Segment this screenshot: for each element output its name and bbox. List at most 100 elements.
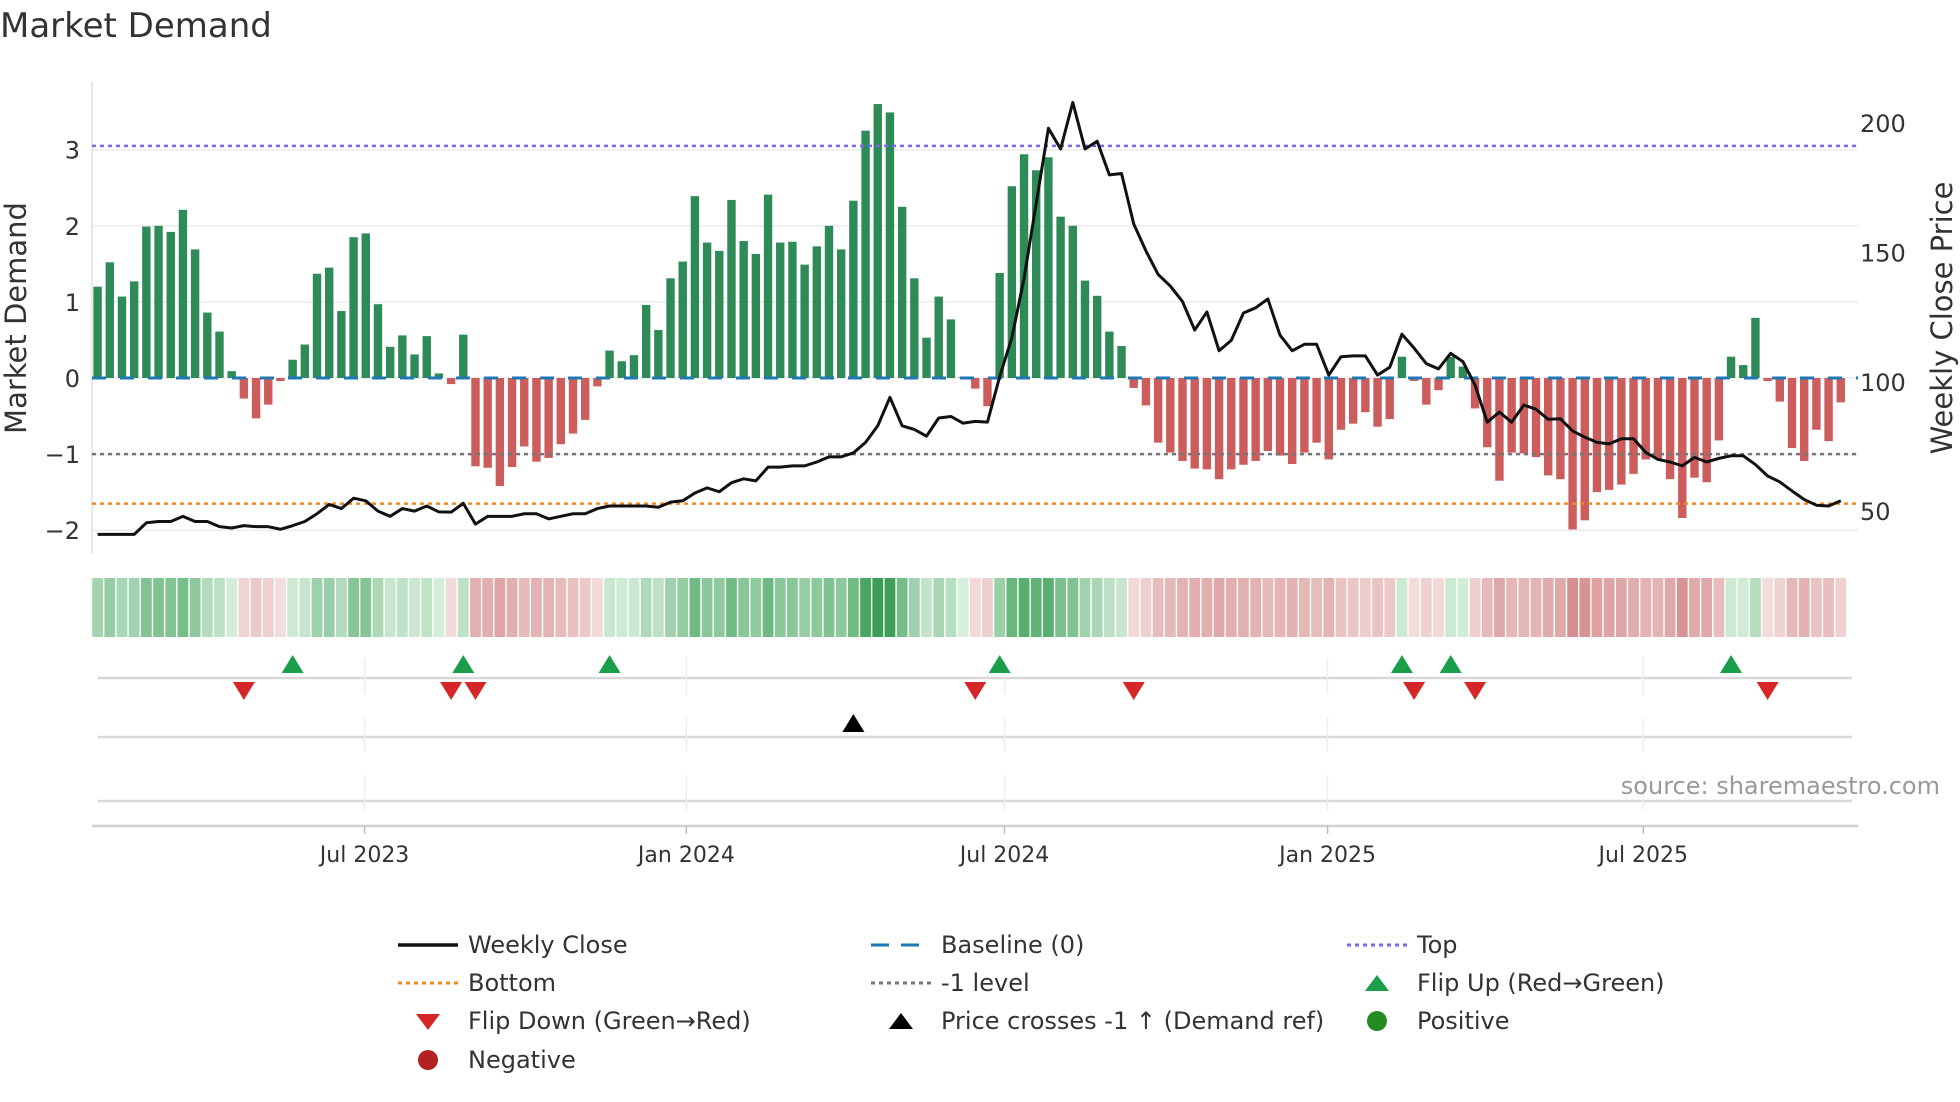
strip-cell-positive (348, 578, 359, 637)
flip-down-marker (1464, 682, 1487, 700)
demand-bar-negative (1531, 378, 1541, 458)
strip-cell-positive (128, 578, 140, 637)
strip-cell-positive (896, 578, 908, 637)
strip-cell-negative (1262, 578, 1274, 637)
demand-bar-positive (422, 336, 431, 378)
demand-bar-positive (1117, 346, 1126, 378)
strip-cell-negative (1408, 578, 1420, 637)
demand-bar-negative (1824, 378, 1833, 442)
y-tick-label: 1 (65, 289, 80, 317)
legend-label: Top (1417, 931, 1458, 959)
strip-cell-positive (933, 578, 945, 637)
strip-cell-negative (470, 578, 481, 637)
demand-bar-positive (1068, 225, 1077, 378)
strip-cell-positive (153, 578, 164, 637)
strip-cell-negative (1567, 578, 1578, 637)
demand-bar-negative (1629, 378, 1638, 474)
strip-cell-negative (275, 578, 286, 637)
demand-bar-negative (1312, 378, 1321, 443)
strip-cell-positive (713, 578, 725, 637)
strip-cell-negative (1810, 578, 1822, 637)
demand-bar-negative (1373, 378, 1382, 427)
strip-cell-positive (1018, 578, 1030, 637)
demand-bar-positive (617, 361, 626, 378)
strip-cell-negative (555, 578, 567, 637)
y2-tick-label: 200 (1860, 110, 1906, 138)
strip-cell-positive (421, 578, 433, 637)
legend-item: Flip Up (Red→Green) (1345, 966, 1665, 1000)
strip-cell-positive (1116, 578, 1127, 637)
demand-bar-positive (605, 350, 614, 378)
strip-cell-positive (214, 578, 225, 637)
demand-bar-negative (1544, 378, 1553, 476)
strip-cell-negative (1201, 578, 1213, 637)
legend-label: Flip Down (Green→Red) (468, 1007, 751, 1035)
flip-up-marker (1720, 655, 1743, 673)
demand-bar-negative (251, 378, 261, 419)
strip-cell-negative (1213, 578, 1225, 637)
demand-bar-positive (178, 209, 188, 378)
demand-bar-positive (715, 250, 724, 378)
demand-bar-positive (300, 344, 310, 378)
strip-cell-negative (1835, 578, 1847, 637)
strip-cell-positive (945, 578, 957, 637)
demand-bar-positive (763, 194, 773, 378)
strip-cell-positive (701, 578, 713, 637)
strip-cell-negative (1713, 578, 1725, 637)
triangle-up-icon (1365, 975, 1389, 991)
demand-bar-positive (325, 267, 334, 378)
strip-cell-negative (250, 578, 262, 637)
legend-item: Positive (1345, 1004, 1510, 1038)
demand-bar-positive (812, 246, 822, 378)
flip-down-marker (964, 682, 987, 700)
strip-cell-positive (360, 578, 372, 637)
strip-cell-positive (908, 578, 920, 637)
strip-cell-positive (1737, 578, 1749, 637)
strip-cell-negative (1774, 578, 1786, 637)
demand-bar-negative (1592, 378, 1602, 493)
strip-cell-negative (1128, 578, 1140, 637)
weekly-close-line (97, 100, 1842, 536)
strip-cell-negative (1481, 578, 1493, 637)
demand-bar-positive (629, 355, 639, 378)
demand-bar-negative (1166, 378, 1175, 453)
strip-cell-negative (1420, 578, 1432, 637)
strip-cell-negative (1359, 578, 1371, 637)
demand-bar-positive (702, 242, 712, 378)
demand-bar-positive (410, 354, 419, 378)
demand-bar-negative (1787, 378, 1797, 449)
strip-cell-positive (189, 578, 201, 637)
demand-bar-negative (1361, 378, 1370, 413)
strip-cell-positive (677, 578, 689, 637)
flip-down-marker (464, 682, 487, 700)
strip-cell-negative (1701, 578, 1713, 637)
demand-bar-negative (581, 378, 590, 420)
demand-bar-positive (1751, 317, 1760, 378)
y2-tick-label: 150 (1860, 239, 1906, 267)
strip-cell-positive (1055, 578, 1067, 637)
demand-bar-negative (971, 378, 980, 389)
strip-cell-negative (1615, 578, 1627, 637)
x-tick-label: Jul 2024 (958, 843, 1050, 868)
demand-bar-positive (190, 249, 200, 378)
demand-bar-positive (1080, 280, 1090, 378)
demand-bar-negative (1324, 378, 1333, 460)
demand-bar-positive (836, 249, 846, 378)
strip-cell-negative (1798, 578, 1810, 637)
demand-bar-positive (824, 225, 834, 378)
legend-item: -1 level (869, 966, 1030, 1000)
demand-bar-positive (154, 225, 163, 378)
strip-cell-negative (1530, 578, 1542, 637)
demand-bar-negative (1214, 378, 1224, 480)
strip-cell-positive (957, 578, 969, 637)
strip-cell-positive (1396, 578, 1408, 637)
demand-bar-negative (1141, 378, 1151, 406)
demand-bar-negative (1348, 378, 1358, 424)
demand-bar-positive (861, 130, 870, 378)
y-tick-label: 3 (65, 137, 80, 165)
demand-bar-negative (1519, 378, 1529, 454)
triangle-up-icon (889, 1013, 913, 1029)
strip-cell-negative (1323, 578, 1335, 637)
legend-item: Flip Down (Green→Red) (396, 1004, 751, 1038)
flip-down-marker (1122, 682, 1145, 700)
